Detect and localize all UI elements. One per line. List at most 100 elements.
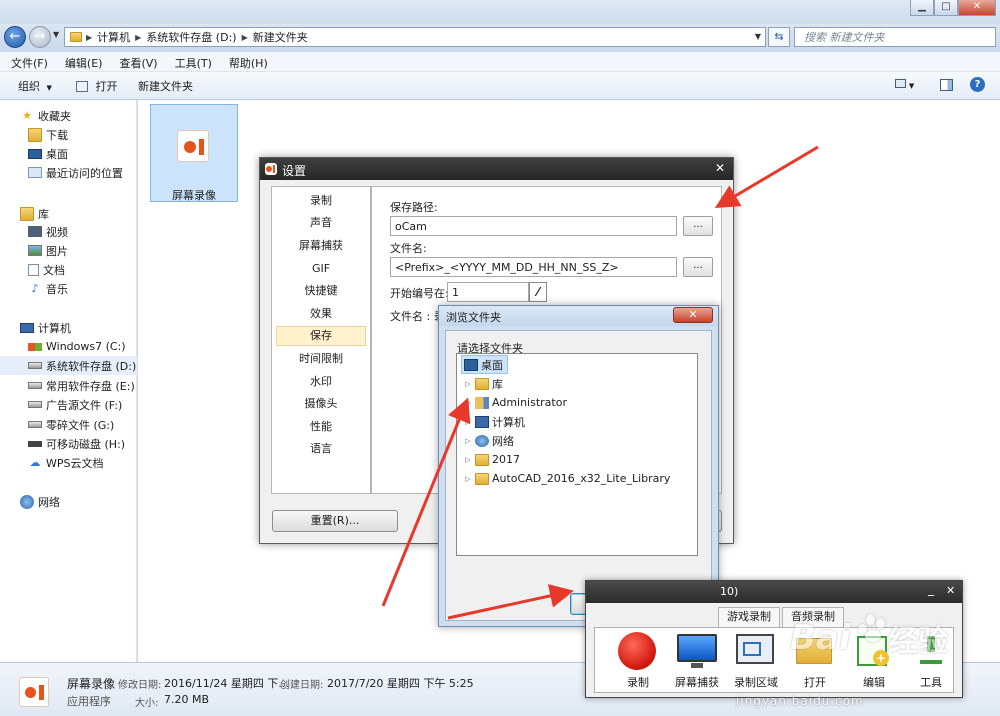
- increment-icon: ⁄: [536, 285, 539, 299]
- sidebar-network[interactable]: 网络: [0, 492, 137, 511]
- expand-icon[interactable]: ▷: [463, 380, 473, 388]
- history-dropdown-icon[interactable]: ▼: [53, 30, 59, 39]
- recent-places-icon: [28, 167, 42, 178]
- settings-tab-language[interactable]: 语言: [272, 439, 370, 459]
- help-button[interactable]: ?: [970, 77, 985, 92]
- start-number-stepper[interactable]: ⁄: [529, 282, 547, 302]
- tree-item-2017[interactable]: ▷ 2017: [463, 450, 520, 469]
- sidebar-drive-e[interactable]: 常用软件存盘 (E:): [0, 376, 137, 395]
- settings-tab-save[interactable]: 保存: [276, 326, 366, 346]
- sidebar-drive-g[interactable]: 零碎文件 (G:): [0, 415, 137, 434]
- tree-item-library[interactable]: ▷ 库: [463, 374, 503, 393]
- tree-item-network[interactable]: ▷ 网络: [463, 431, 514, 450]
- search-input[interactable]: 搜索 新建文件夹: [794, 27, 996, 47]
- settings-tab-time-limit[interactable]: 时间限制: [272, 349, 370, 369]
- open-button[interactable]: 打开: [76, 78, 118, 94]
- menu-help[interactable]: 帮助(H): [218, 52, 274, 71]
- sidebar-item-desktop[interactable]: 桌面: [0, 144, 137, 163]
- expand-icon[interactable]: ▷: [463, 399, 473, 407]
- refresh-button[interactable]: ⇆: [768, 27, 790, 47]
- tree-item-label: 桌面: [481, 358, 503, 372]
- settings-tab-webcam[interactable]: 摄像头: [272, 394, 370, 414]
- save-path-field[interactable]: oCam: [390, 216, 677, 236]
- settings-tab-record[interactable]: 录制: [272, 191, 370, 211]
- ocam-close-button[interactable]: ✕: [946, 584, 955, 597]
- expand-icon[interactable]: ▷: [463, 456, 473, 464]
- start-number-field[interactable]: 1: [447, 282, 529, 302]
- maximize-button[interactable]: □: [934, 0, 958, 16]
- settings-close-button[interactable]: ✕: [715, 161, 725, 175]
- sidebar-item-label: 广告源文件 (F:): [46, 398, 123, 412]
- breadcrumb-computer[interactable]: 计算机: [93, 29, 134, 45]
- sidebar-favorites[interactable]: ★ 收藏夹: [0, 106, 137, 125]
- sidebar-computer[interactable]: 计算机: [0, 318, 137, 337]
- paw-icon: [856, 612, 886, 642]
- tree-item-computer[interactable]: ▷ 计算机: [463, 412, 525, 431]
- expand-icon[interactable]: ▷: [463, 437, 473, 445]
- computer-icon: [475, 415, 489, 428]
- breadcrumb-drive-d[interactable]: 系统软件存盘 (D:): [142, 29, 240, 45]
- save-path-browse-button[interactable]: ...: [683, 216, 713, 236]
- preview-pane-button[interactable]: [940, 79, 953, 91]
- close-button[interactable]: ✕: [958, 0, 996, 16]
- menu-file[interactable]: 文件(F): [0, 52, 54, 71]
- settings-tab-sound[interactable]: 声音: [272, 213, 370, 233]
- new-folder-button[interactable]: 新建文件夹: [138, 78, 193, 94]
- forward-button[interactable]: →: [29, 26, 51, 48]
- sidebar-item-videos[interactable]: 视频: [0, 222, 137, 241]
- sidebar-item-label: 视频: [46, 225, 68, 239]
- expand-icon[interactable]: ▷: [463, 418, 473, 426]
- settings-tab-watermark[interactable]: 水印: [272, 372, 370, 392]
- sidebar-item-documents[interactable]: 文档: [0, 260, 137, 279]
- tree-item-administrator[interactable]: ▷ Administrator: [463, 393, 567, 412]
- record-area-button[interactable]: 录制区域: [727, 628, 785, 692]
- open-icon: [76, 81, 88, 92]
- settings-tab-screen-capture[interactable]: 屏幕捕获: [272, 236, 370, 256]
- reset-button[interactable]: 重置(R)...: [272, 510, 398, 532]
- address-dropdown-icon[interactable]: ▼: [750, 28, 766, 46]
- settings-tab-effects[interactable]: 效果: [272, 304, 370, 324]
- sidebar-drive-h[interactable]: 可移动磁盘 (H:): [0, 434, 137, 453]
- menu-edit[interactable]: 编辑(E): [54, 52, 109, 71]
- record-button[interactable]: 录制: [609, 628, 667, 692]
- ocam-minimize-button[interactable]: _: [928, 582, 934, 596]
- sidebar-wps-cloud[interactable]: ☁ WPS云文档: [0, 453, 137, 472]
- sidebar-drive-c[interactable]: Windows7 (C:): [0, 337, 137, 356]
- settings-tab-hotkeys[interactable]: 快捷键: [272, 281, 370, 301]
- minimize-icon: ▁: [918, 1, 926, 12]
- browse-close-button[interactable]: ✕: [673, 307, 713, 323]
- tree-item-autocad[interactable]: ▷ AutoCAD_2016_x32_Lite_Library: [463, 469, 670, 488]
- sidebar-item-label: 零碎文件 (G:): [46, 418, 115, 432]
- sidebar-libraries[interactable]: 库: [0, 204, 137, 223]
- organize-button[interactable]: 组织 ▼: [18, 78, 52, 94]
- expand-icon[interactable]: ▷: [463, 475, 473, 483]
- minimize-button[interactable]: ▁: [910, 0, 934, 16]
- sidebar-drive-d[interactable]: 系统软件存盘 (D:): [0, 356, 137, 375]
- menu-tools[interactable]: 工具(T): [164, 52, 218, 71]
- back-button[interactable]: ←: [4, 26, 26, 48]
- sidebar-item-recent[interactable]: 最近访问的位置: [0, 163, 137, 182]
- tree-item-label: AutoCAD_2016_x32_Lite_Library: [492, 472, 671, 485]
- sidebar-item-label: 图片: [46, 244, 68, 258]
- tree-item-desktop[interactable]: 桌面: [461, 355, 508, 374]
- record-area-label: 录制区域: [734, 676, 778, 689]
- sidebar-item-music[interactable]: ♪ 音乐: [0, 279, 137, 298]
- menu-view[interactable]: 查看(V): [108, 52, 163, 71]
- view-options-button[interactable]: ▼: [895, 79, 923, 93]
- file-item[interactable]: 屏幕录像: [150, 104, 238, 202]
- browse-folder-dialog: 浏览文件夹 ✕ 请选择文件夹 桌面 ▷ 库 ▷ Administrator ▷ …: [438, 305, 719, 627]
- filename-field[interactable]: <Prefix>_<YYYY_MM_DD_HH_NN_SS_Z>: [390, 257, 677, 277]
- folder-icon: [475, 472, 489, 485]
- sidebar-drive-f[interactable]: 广告源文件 (F:): [0, 395, 137, 414]
- filename-options-button[interactable]: ...: [683, 257, 713, 277]
- tab-game-record[interactable]: 游戏录制: [718, 607, 780, 627]
- address-bar[interactable]: ▶ 计算机 ▶ 系统软件存盘 (D:) ▶ 新建文件夹: [64, 27, 766, 47]
- breadcrumb-new-folder[interactable]: 新建文件夹: [249, 29, 312, 45]
- settings-tab-performance[interactable]: 性能: [272, 417, 370, 437]
- sidebar-item-downloads[interactable]: 下载: [0, 125, 137, 144]
- screen-capture-button[interactable]: 屏幕捕获: [668, 628, 726, 692]
- sidebar-item-pictures[interactable]: 图片: [0, 241, 137, 260]
- filename-label: 文件名:: [390, 242, 427, 255]
- details-size-label: 大小:: [135, 698, 159, 709]
- settings-tab-gif[interactable]: GIF: [272, 259, 370, 279]
